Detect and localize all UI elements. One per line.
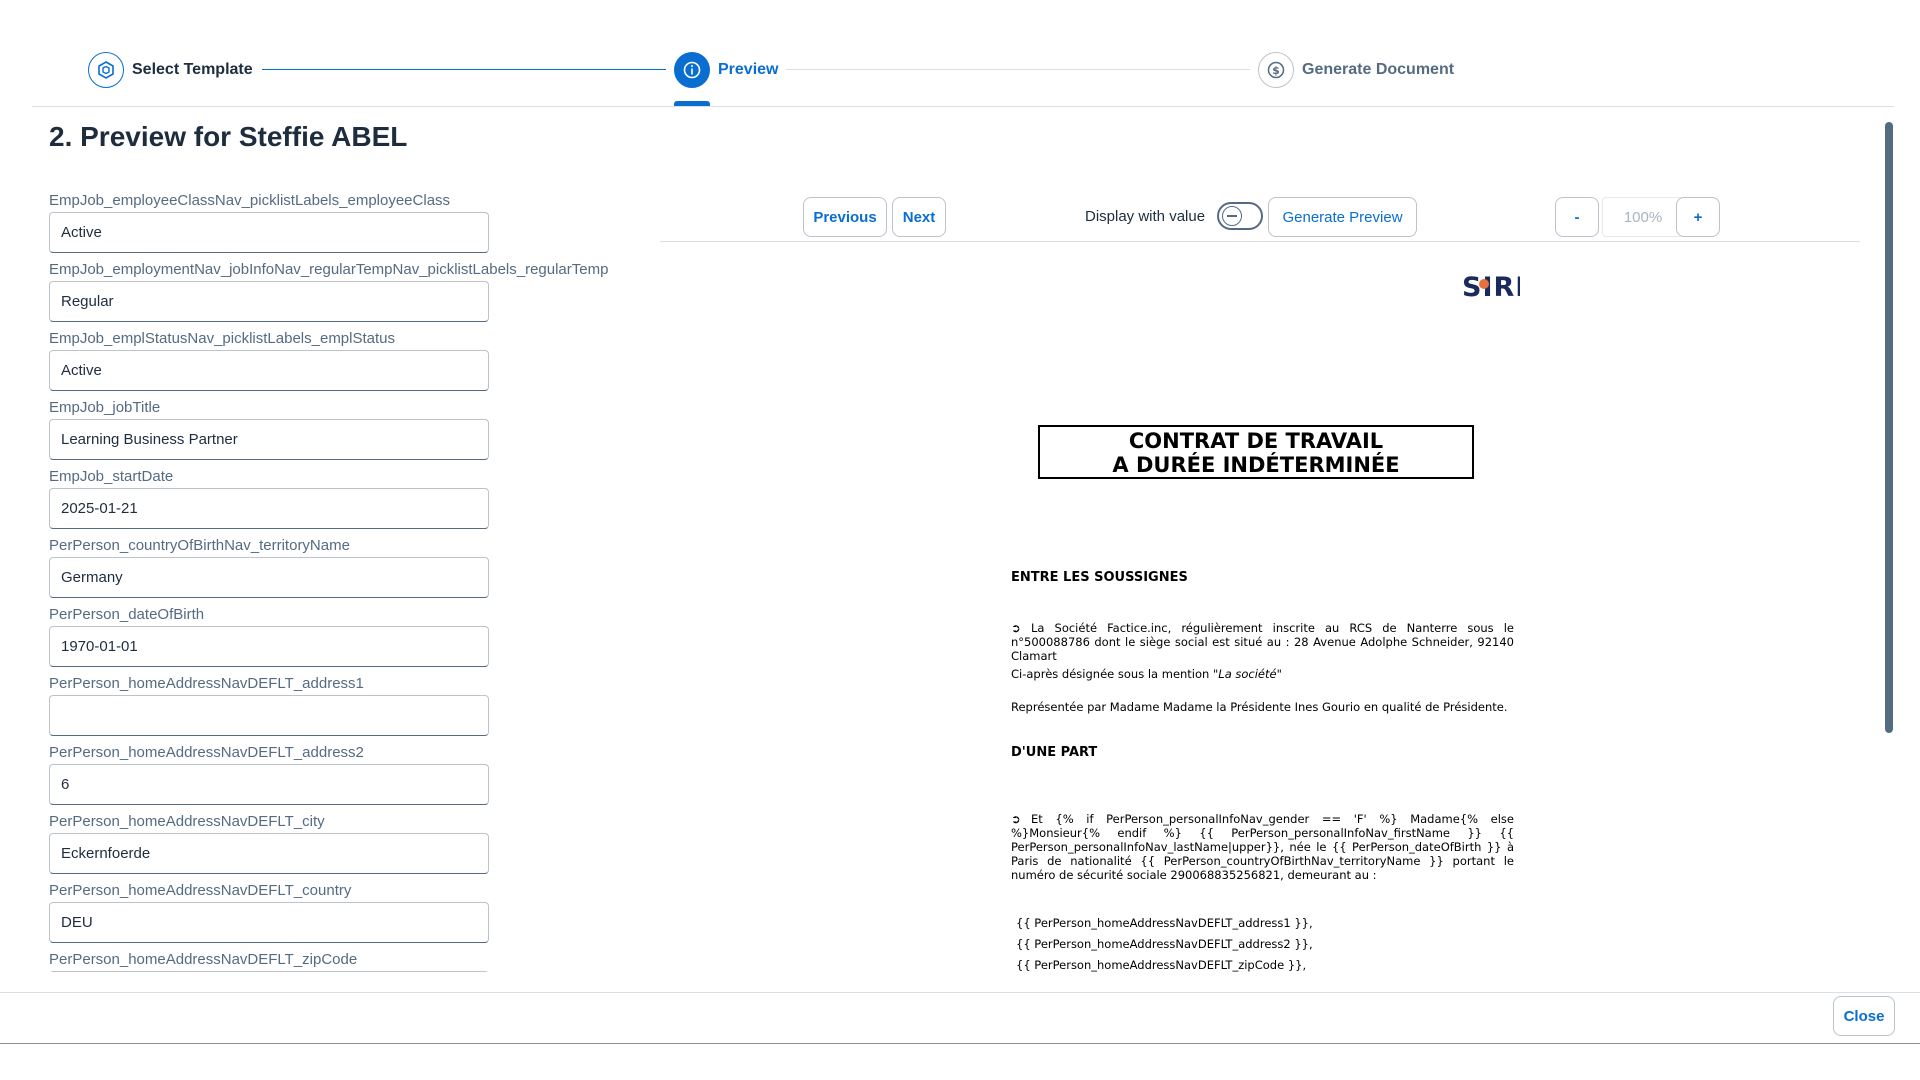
wizard-header: Select Template Preview $ Generate Docum… — [32, 0, 1894, 107]
start-date-input[interactable] — [49, 488, 489, 529]
page-title: 2. Preview for Steffie ABEL — [49, 121, 408, 152]
step-label: Select Template — [132, 61, 253, 78]
job-title-input[interactable] — [49, 419, 489, 460]
display-with-value-switch[interactable] — [1217, 202, 1263, 230]
company-logo: SIRH — [1462, 272, 1520, 303]
step-label: Generate Document — [1302, 61, 1455, 78]
field-label: PerPerson_dateOfBirth — [49, 606, 205, 623]
contract-title-box: CONTRAT DE TRAVAIL A DURÉE INDÉTERMINÉE — [1038, 425, 1474, 479]
represented-paragraph: Représentée par Madame Madame la Préside… — [1011, 700, 1508, 714]
zoom-out-button[interactable]: - — [1555, 197, 1599, 237]
empl-status-input[interactable] — [49, 350, 489, 391]
field-form: EmpJob_employeeClassNav_picklistLabels_e… — [49, 190, 649, 972]
active-step-indicator — [674, 101, 710, 106]
field-label: EmpJob_jobTitle — [49, 399, 161, 416]
arrow-bullet-icon: ➲ — [1011, 812, 1021, 826]
step-generate-document[interactable]: $ Generate Document — [1258, 52, 1454, 88]
heading-part: D'UNE PART — [1011, 745, 1098, 760]
switch-off-icon — [1222, 206, 1242, 226]
regular-temp-input[interactable] — [49, 281, 489, 322]
document-preview: SIRH CONTRAT DE TRAVAIL A DURÉE INDÉTERM… — [990, 262, 1520, 974]
logo-dot-icon — [1479, 279, 1489, 289]
designation-suffix: " — [1276, 667, 1282, 681]
field-label: EmpJob_startDate — [49, 468, 174, 485]
info-icon — [674, 52, 710, 88]
designation-italic: La société — [1218, 667, 1277, 681]
zoom-in-button[interactable]: + — [1676, 197, 1720, 237]
template-variable-line: {{ PerPerson_homeAddressNavDEFLT_address… — [1016, 916, 1313, 930]
step-connector — [262, 69, 666, 70]
previous-button[interactable]: Previous — [803, 197, 887, 237]
company-paragraph: ➲ La Société Factice.inc, régulièrement i… — [1011, 621, 1514, 663]
close-button[interactable]: Close — [1833, 996, 1895, 1036]
date-of-birth-input[interactable] — [49, 626, 489, 667]
field-label: PerPerson_homeAddressNavDEFLT_zipCode — [49, 951, 358, 968]
field-label: EmpJob_employeeClassNav_picklistLabels_e… — [49, 192, 451, 209]
step-label: Preview — [718, 61, 779, 78]
dialog-footer: Close — [0, 992, 1920, 1044]
country-input[interactable] — [49, 902, 489, 943]
step-connector — [786, 69, 1250, 70]
employee-text: Et {% if PerPerson_personalInfoNav_gende… — [1011, 812, 1514, 882]
zoom-level-field: 100% — [1602, 197, 1684, 237]
heading-between: ENTRE LES SOUSSIGNES — [1011, 570, 1188, 585]
template-variable-line: {{ PerPerson_homeAddressNavDEFLT_zipCode… — [1016, 958, 1307, 972]
country-of-birth-input[interactable] — [49, 557, 489, 598]
field-label: EmpJob_employmentNav_jobInfoNav_regularT… — [49, 261, 609, 278]
template-icon — [88, 52, 124, 88]
contract-title-line1: CONTRAT DE TRAVAIL — [1128, 429, 1384, 453]
zip-code-input[interactable] — [49, 971, 489, 972]
svg-text:$: $ — [1272, 64, 1280, 77]
employee-paragraph: ➲ Et {% if PerPerson_personalInfoNav_gend… — [1011, 812, 1514, 882]
employee-class-input[interactable] — [49, 212, 489, 253]
city-input[interactable] — [49, 833, 489, 874]
template-variable-line: {{ PerPerson_homeAddressNavDEFLT_address… — [1016, 937, 1313, 951]
address1-input[interactable] — [49, 695, 489, 736]
field-label: PerPerson_homeAddressNavDEFLT_address1 — [49, 675, 364, 692]
arrow-bullet-icon: ➲ — [1011, 621, 1021, 635]
field-label: PerPerson_homeAddressNavDEFLT_city — [49, 813, 325, 830]
dollar-icon: $ — [1258, 52, 1294, 88]
field-label: EmpJob_emplStatusNav_picklistLabels_empl… — [49, 330, 396, 347]
designation-prefix: Ci-après désignée sous la mention " — [1011, 667, 1219, 681]
generate-preview-button[interactable]: Generate Preview — [1268, 197, 1417, 237]
designation-paragraph: Ci-après désignée sous la mention "La so… — [1011, 667, 1514, 681]
address2-input[interactable] — [49, 764, 489, 805]
display-with-value-label: Display with value — [1085, 208, 1206, 225]
preview-toolbar: Previous Next Display with value Generat… — [660, 196, 1860, 242]
next-button[interactable]: Next — [892, 197, 946, 237]
step-preview[interactable]: Preview — [674, 52, 778, 88]
vertical-scrollbar[interactable] — [1885, 122, 1893, 733]
field-label: PerPerson_countryOfBirthNav_territoryNam… — [49, 537, 350, 554]
contract-title-line2: A DURÉE INDÉTERMINÉE — [1112, 453, 1400, 477]
company-text: La Société Factice.inc, régulièrement in… — [1011, 621, 1514, 663]
field-label: PerPerson_homeAddressNavDEFLT_address2 — [49, 744, 364, 761]
step-select-template[interactable]: Select Template — [88, 52, 253, 88]
field-label: PerPerson_homeAddressNavDEFLT_country — [49, 882, 352, 899]
